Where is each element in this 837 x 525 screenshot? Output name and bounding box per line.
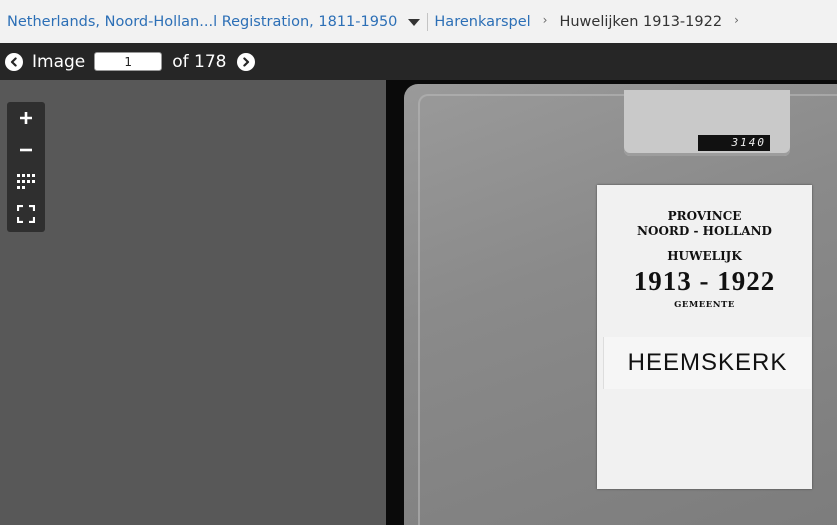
page-count-label: of 178 bbox=[172, 51, 227, 72]
chevron-left-icon bbox=[10, 56, 17, 67]
plus-icon bbox=[20, 112, 32, 124]
previous-image-button[interactable] bbox=[5, 52, 23, 71]
province-line-1: PROVINCE bbox=[667, 209, 742, 223]
grid-icon bbox=[17, 174, 35, 189]
zoom-control-panel bbox=[7, 102, 45, 232]
gemeente-label: GEMEENTE bbox=[674, 300, 735, 310]
chevron-right-icon: › bbox=[734, 12, 739, 27]
breadcrumb-collection-link[interactable]: Netherlands, Noord-Hollan...l Registrati… bbox=[7, 14, 397, 30]
document-image: 3140 PROVINCE NOORD - HOLLAND HUWELIJK 1… bbox=[386, 80, 837, 525]
folder-number: 3140 bbox=[698, 135, 770, 151]
breadcrumb: Netherlands, Noord-Hollan...l Registrati… bbox=[0, 0, 837, 43]
minus-icon bbox=[20, 148, 32, 152]
fullscreen-button[interactable] bbox=[7, 198, 45, 230]
breadcrumb-place-link[interactable]: Harenkarspel bbox=[434, 14, 530, 30]
town-box: HEEMSKERK bbox=[603, 337, 811, 389]
breadcrumb-divider bbox=[427, 12, 429, 31]
page-number-input[interactable] bbox=[94, 52, 163, 71]
chevron-right-icon bbox=[242, 56, 249, 67]
gallery-view-button[interactable] bbox=[7, 166, 45, 198]
image-toolbar: Image of 178 bbox=[0, 43, 837, 80]
record-type: HUWELIJK bbox=[667, 249, 742, 263]
image-label: Image bbox=[32, 51, 86, 72]
breadcrumb-current: Huwelijken 1913-1922 bbox=[559, 13, 723, 30]
chevron-right-icon: › bbox=[542, 12, 548, 27]
image-viewer[interactable]: 3140 PROVINCE NOORD - HOLLAND HUWELIJK 1… bbox=[0, 80, 837, 525]
fullscreen-icon bbox=[17, 205, 35, 223]
zoom-out-button[interactable] bbox=[7, 134, 45, 166]
next-image-button[interactable] bbox=[236, 52, 255, 71]
town-name: HEEMSKERK bbox=[627, 349, 788, 376]
zoom-in-button[interactable] bbox=[7, 102, 45, 134]
folder-label: PROVINCE NOORD - HOLLAND HUWELIJK 1913 -… bbox=[597, 185, 812, 489]
province-line-2: NOORD - HOLLAND bbox=[637, 224, 772, 238]
collection-dropdown-icon[interactable] bbox=[408, 19, 421, 26]
record-years: 1913 - 1922 bbox=[633, 266, 776, 296]
